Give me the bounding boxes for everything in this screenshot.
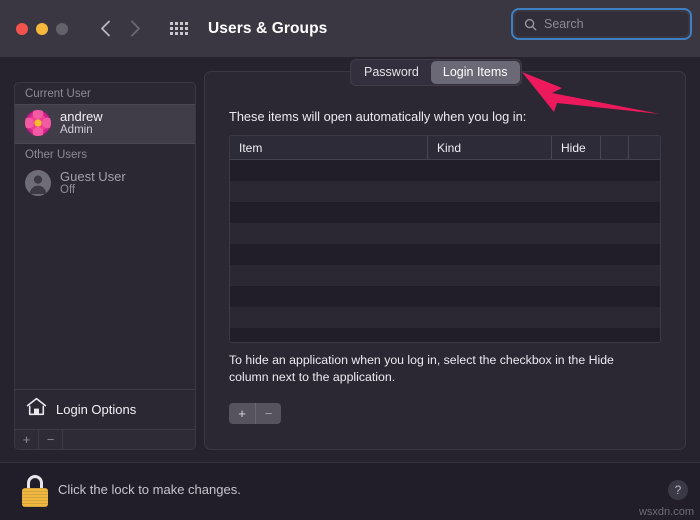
sidebar-item-andrew[interactable]: andrew Admin	[15, 104, 195, 144]
search-field-container[interactable]: Search	[511, 8, 692, 40]
search-input-placeholder[interactable]: Search	[544, 17, 584, 31]
zoom-button	[56, 23, 68, 35]
user-info: andrew Admin	[60, 109, 103, 138]
add-login-item-button[interactable]: +	[229, 403, 255, 424]
users-sidebar: Current User andrew Admin Other Users	[14, 82, 196, 450]
table-row[interactable]	[230, 223, 660, 244]
sidebar-group-header-other-users: Other Users	[15, 144, 195, 165]
forward-icon	[122, 16, 148, 42]
sidebar-item-login-options[interactable]: Login Options	[15, 389, 195, 429]
system-preferences-window: Users & Groups Search Current User an	[0, 0, 700, 520]
back-icon[interactable]	[92, 16, 118, 42]
navigation-buttons	[92, 16, 148, 42]
sidebar-item-guest-user[interactable]: Guest User Off	[15, 165, 195, 203]
table-row[interactable]	[230, 160, 660, 181]
content-area: Current User andrew Admin Other Users	[0, 57, 700, 462]
table-row[interactable]	[230, 202, 660, 223]
column-header-item[interactable]: Item	[230, 136, 428, 159]
table-row[interactable]	[230, 307, 660, 328]
tab-bar: Password Login Items	[350, 59, 522, 86]
tab-password[interactable]: Password	[352, 61, 431, 84]
column-header-hide[interactable]: Hide	[552, 136, 601, 159]
traffic-light-buttons	[16, 23, 68, 35]
user-status: Admin	[60, 124, 103, 138]
flower-avatar-icon	[25, 110, 51, 136]
login-item-add-remove-buttons: + −	[229, 403, 281, 424]
minimize-button[interactable]	[36, 23, 48, 35]
login-options-label: Login Options	[56, 402, 136, 417]
sidebar-add-remove-bar: + −	[15, 429, 195, 449]
title-bar: Users & Groups Search	[0, 0, 700, 57]
sidebar-add-user-button[interactable]: +	[15, 430, 39, 449]
search-field[interactable]: Search	[515, 12, 688, 36]
table-header-row: Item Kind Hide	[230, 136, 660, 160]
user-name: andrew	[60, 109, 103, 124]
user-info: Guest User Off	[60, 169, 126, 198]
tab-login-items[interactable]: Login Items	[431, 61, 520, 84]
close-button[interactable]	[16, 23, 28, 35]
user-name: Guest User	[60, 169, 126, 184]
table-row[interactable]	[230, 328, 660, 343]
help-button[interactable]: ?	[668, 480, 688, 500]
table-row[interactable]	[230, 286, 660, 307]
watermark: wsxdn.com	[639, 506, 694, 518]
hide-column-help-text: To hide an application when you log in, …	[229, 352, 635, 385]
sidebar-add-remove-filler	[63, 430, 195, 449]
remove-login-item-button[interactable]: −	[255, 403, 281, 424]
column-header-extra-2[interactable]	[629, 136, 660, 159]
house-icon	[26, 397, 47, 421]
table-row[interactable]	[230, 181, 660, 202]
table-row[interactable]	[230, 244, 660, 265]
table-row[interactable]	[230, 265, 660, 286]
page-title: Users & Groups	[208, 20, 327, 38]
column-header-extra-1[interactable]	[601, 136, 629, 159]
table-body	[230, 160, 660, 343]
login-items-panel: Password Login Items These items will op…	[204, 71, 686, 450]
padlock-closed-icon[interactable]	[20, 475, 50, 507]
panel-lead-text: These items will open automatically when…	[229, 109, 526, 124]
sidebar-group-header-current-user: Current User	[15, 83, 195, 104]
show-all-preferences-icon[interactable]	[166, 16, 192, 42]
login-items-table[interactable]: Item Kind Hide	[229, 135, 661, 343]
padlock-body	[22, 488, 48, 507]
sidebar-remove-user-button[interactable]: −	[39, 430, 63, 449]
user-status: Off	[60, 184, 126, 198]
footer-bar: Click the lock to make changes. ? wsxdn.…	[0, 462, 700, 520]
person-avatar-icon	[25, 170, 51, 196]
column-header-kind[interactable]: Kind	[428, 136, 552, 159]
search-icon	[524, 18, 537, 31]
lock-instruction-text: Click the lock to make changes.	[58, 482, 241, 497]
sidebar-spacer	[15, 203, 195, 389]
